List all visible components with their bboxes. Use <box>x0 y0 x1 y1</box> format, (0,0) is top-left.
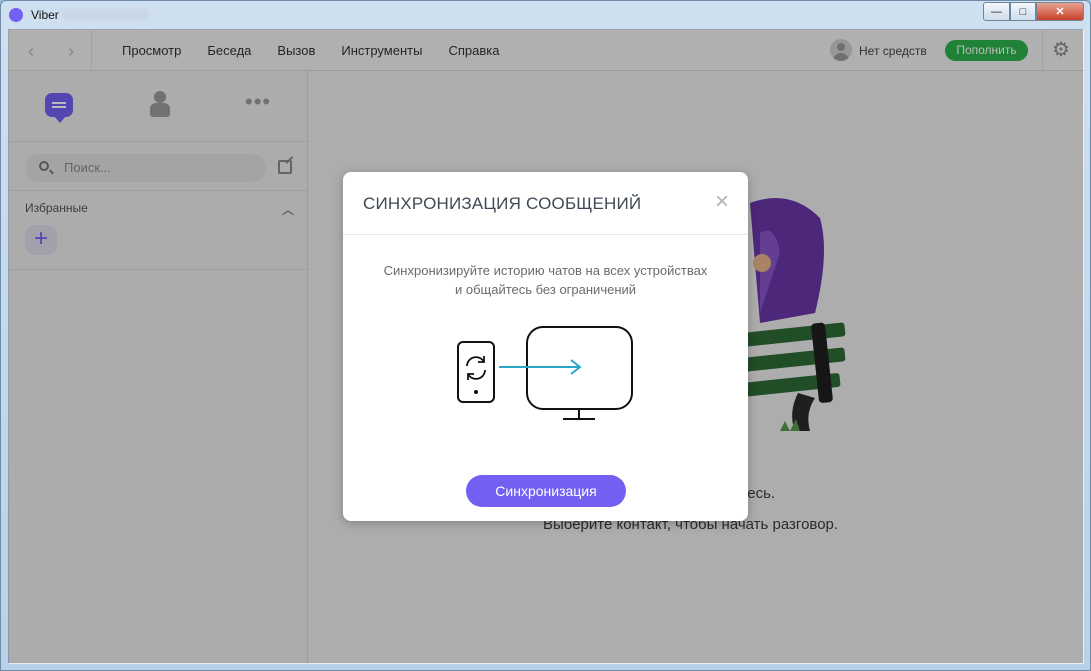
close-window-button[interactable]: ✕ <box>1036 2 1084 21</box>
sync-button[interactable]: Синхронизация <box>466 475 626 507</box>
divider <box>343 234 748 235</box>
phone-icon <box>457 341 495 403</box>
window-title: Viber <box>31 8 59 22</box>
minimize-button[interactable]: — <box>983 2 1010 21</box>
maximize-icon: □ <box>1019 5 1027 18</box>
dialog-title: СИНХРОНИЗАЦИЯ СООБЩЕНИЙ <box>363 194 642 213</box>
monitor-icon <box>526 326 633 420</box>
dialog-description: Синхронизируйте историю чатов на всех ус… <box>383 263 708 297</box>
maximize-button[interactable]: □ <box>1010 2 1036 21</box>
title-bar: Viber — □ ✕ <box>1 1 1090 29</box>
close-icon: × <box>714 188 729 215</box>
close-icon: ✕ <box>1055 6 1065 18</box>
minimize-icon: — <box>991 5 1002 18</box>
viber-logo-icon <box>9 8 23 22</box>
sync-illustration <box>457 326 633 420</box>
sync-dialog: СИНХРОНИЗАЦИЯ СООБЩЕНИЙ × Синхронизируйт… <box>343 172 748 521</box>
blurred-phone-number <box>63 9 149 20</box>
dialog-close-button[interactable]: × <box>712 190 732 214</box>
